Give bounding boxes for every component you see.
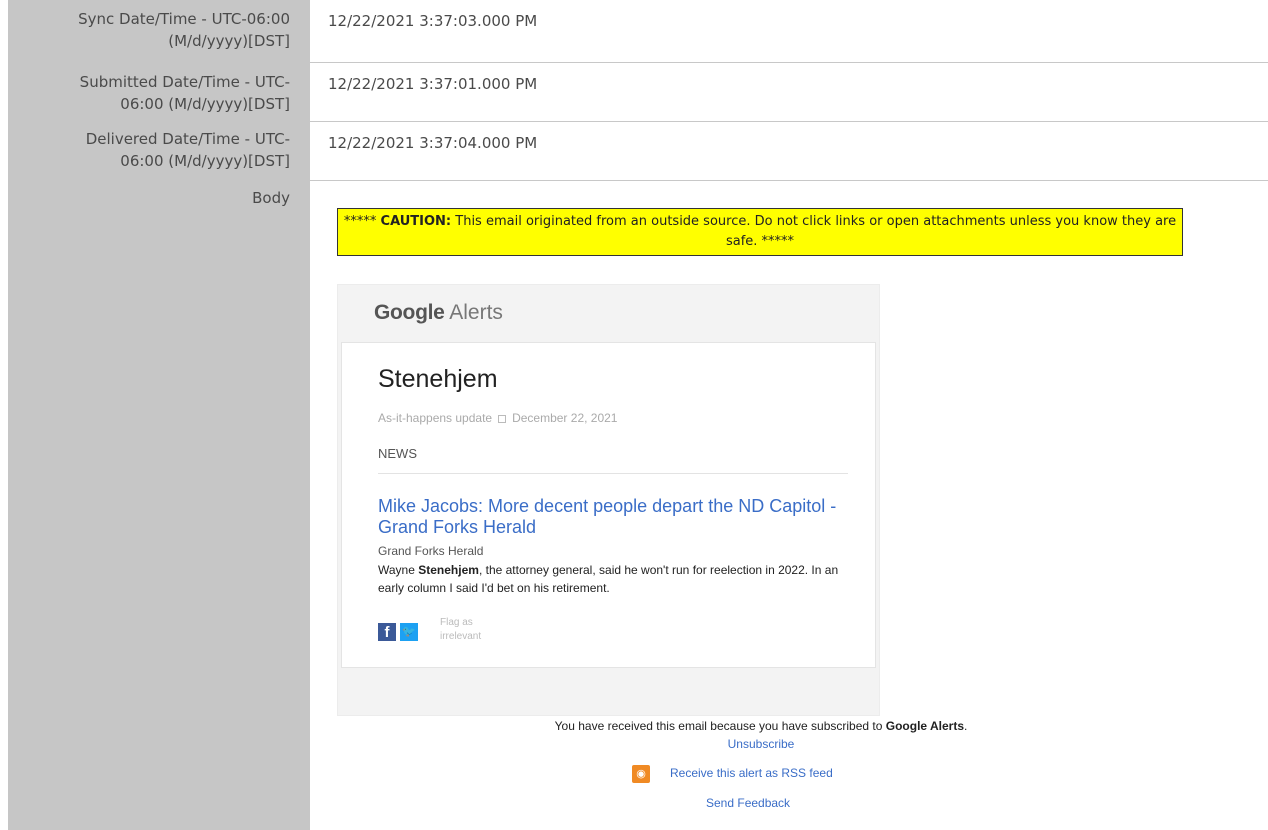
sync-value: 12/22/2021 3:37:03.000 PM bbox=[328, 12, 538, 30]
checkbox-icon bbox=[498, 414, 507, 423]
submitted-value: 12/22/2021 3:37:01.000 PM bbox=[328, 75, 538, 93]
flag-irrelevant-link[interactable]: Flag as irrelevant bbox=[440, 616, 500, 644]
delivered-value: 12/22/2021 3:37:04.000 PM bbox=[328, 134, 538, 152]
twitter-icon[interactable]: 🐦 bbox=[400, 623, 418, 641]
google-alerts-logo: Google Alerts bbox=[374, 301, 503, 324]
facebook-icon[interactable]: f bbox=[378, 623, 396, 641]
alert-content: Stenehjem As-it-happens update December 2… bbox=[341, 342, 876, 668]
sync-label: Sync Date/Time - UTC-06:00 (M/d/yyyy)[DS… bbox=[78, 10, 290, 50]
body-label: Body bbox=[252, 189, 290, 207]
unsubscribe-link[interactable]: Unsubscribe bbox=[337, 737, 1185, 751]
headline-link[interactable]: Mike Jacobs: More decent people depart t… bbox=[378, 496, 838, 538]
alert-meta: As-it-happens update December 22, 2021 bbox=[378, 411, 618, 425]
google-alert-card: Google Alerts Stenehjem As-it-happens up… bbox=[337, 284, 880, 716]
caution-banner: ***** CAUTION: This email originated fro… bbox=[337, 208, 1183, 256]
send-feedback-link[interactable]: Send Feedback bbox=[706, 796, 790, 810]
rss-feed-link[interactable]: Receive this alert as RSS feed bbox=[670, 766, 833, 780]
divider bbox=[378, 473, 848, 474]
article-source: Grand Forks Herald bbox=[378, 544, 484, 558]
subscription-notice: You have received this email because you… bbox=[554, 719, 968, 733]
submitted-label: Submitted Date/Time - UTC- 06:00 (M/d/yy… bbox=[79, 73, 290, 113]
section-label: NEWS bbox=[378, 446, 417, 461]
article-snippet: Wayne Stenehjem, the attorney general, s… bbox=[378, 563, 839, 595]
sync-row: Sync Date/Time - UTC-06:00 (M/d/yyyy)[DS… bbox=[8, 0, 1268, 63]
delivered-label: Delivered Date/Time - UTC- 06:00 (M/d/yy… bbox=[85, 130, 290, 170]
alert-topic: Stenehjem bbox=[378, 365, 498, 393]
rss-icon[interactable]: ◉ bbox=[632, 765, 650, 783]
submitted-row: Submitted Date/Time - UTC- 06:00 (M/d/yy… bbox=[8, 63, 1268, 122]
delivered-row: Delivered Date/Time - UTC- 06:00 (M/d/yy… bbox=[8, 122, 1268, 181]
